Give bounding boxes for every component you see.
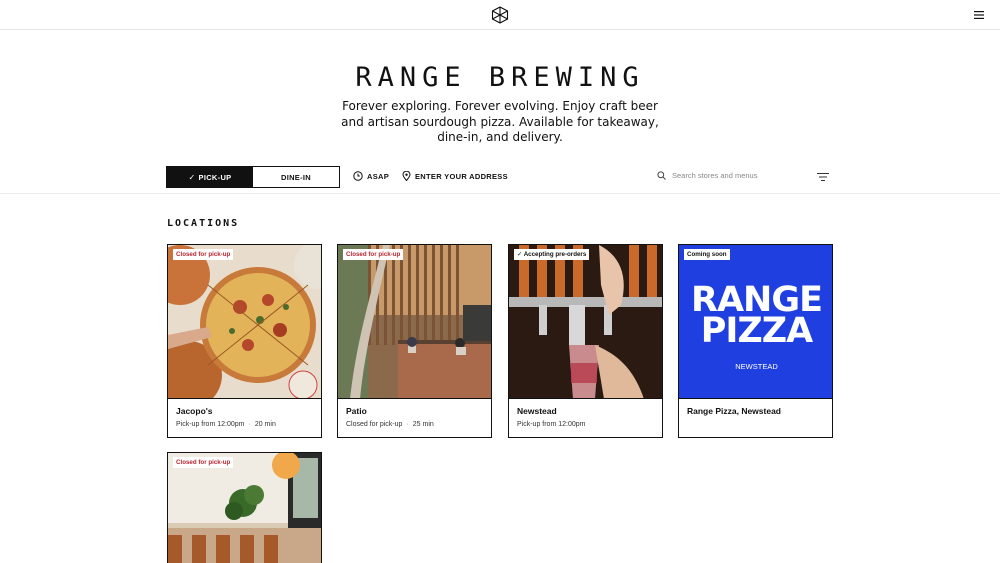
asap-time-button[interactable]: ASAP bbox=[353, 171, 389, 181]
top-bar bbox=[0, 0, 1000, 30]
order-controls: ✓ PICK-UP DINE-IN ASAP ENTER YOUR ADDRES… bbox=[0, 165, 1000, 194]
order-mode-toggle: ✓ PICK-UP DINE-IN bbox=[166, 166, 340, 188]
clock-icon bbox=[353, 171, 363, 181]
hamburger-icon[interactable] bbox=[973, 9, 985, 21]
search-input[interactable] bbox=[672, 171, 802, 180]
status-badge: Coming soon bbox=[684, 249, 730, 260]
pickup-status: Pick-up from 12:00pm bbox=[517, 421, 586, 428]
location-name: Newstead bbox=[517, 406, 557, 416]
status-badge: Closed for pick-up bbox=[173, 457, 234, 468]
pickup-option[interactable]: ✓ PICK-UP bbox=[167, 167, 253, 187]
status-badge: ✓ Accepting pre-orders bbox=[514, 249, 590, 260]
location-card-patio[interactable]: Closed for pick-up Patio Closed for pick… bbox=[337, 244, 492, 438]
search-box bbox=[657, 171, 802, 180]
locations-heading: LOCATIONS bbox=[167, 218, 240, 229]
pickup-status: Closed for pick-up bbox=[346, 421, 403, 428]
wait-time: 20 min bbox=[254, 421, 276, 428]
brand-tagline: Forever exploring. Forever evolving. Enj… bbox=[341, 99, 659, 144]
location-name: Jacopo's bbox=[176, 406, 213, 416]
brand-title: RANGE BREWING bbox=[355, 62, 645, 93]
location-image-pizza: Closed for pick-up bbox=[168, 245, 321, 399]
location-image-beer-tap: ✓ Accepting pre-orders bbox=[509, 245, 662, 399]
range-cube-logo-icon[interactable] bbox=[491, 6, 509, 24]
range-pizza-logo-image: RANGE PIZZA NEWSTEAD Coming soon bbox=[679, 245, 832, 399]
logo-subtitle: NEWSTEAD bbox=[735, 362, 778, 371]
location-name: Range Pizza, Newstead bbox=[687, 406, 782, 416]
check-icon: ✓ bbox=[517, 251, 524, 258]
address-button[interactable]: ENTER YOUR ADDRESS bbox=[402, 171, 508, 181]
separator-dot: · bbox=[248, 421, 251, 428]
location-pin-icon bbox=[402, 171, 411, 181]
wait-time: 25 min bbox=[412, 421, 434, 428]
location-card-jacopos[interactable]: Closed for pick-up Jacopo's Pick-up from… bbox=[167, 244, 322, 438]
search-icon bbox=[657, 171, 666, 180]
pickup-status: Pick-up from 12:00pm bbox=[176, 421, 245, 428]
location-card-fifth[interactable]: Closed for pick-up bbox=[167, 452, 322, 563]
filter-icon[interactable] bbox=[817, 172, 829, 182]
dinein-option[interactable]: DINE-IN bbox=[253, 167, 339, 187]
address-label: ENTER YOUR ADDRESS bbox=[415, 171, 508, 181]
logo-line-pizza: PIZZA bbox=[700, 311, 814, 351]
location-card-newstead[interactable]: ✓ Accepting pre-orders Newstead Pick-up … bbox=[508, 244, 663, 438]
pickup-label: PICK-UP bbox=[198, 172, 232, 182]
location-image-patio: Closed for pick-up bbox=[338, 245, 491, 399]
location-image-interior: Closed for pick-up bbox=[168, 453, 321, 563]
location-name: Patio bbox=[346, 406, 367, 416]
dinein-label: DINE-IN bbox=[280, 172, 312, 182]
check-icon: ✓ bbox=[188, 172, 196, 182]
asap-label: ASAP bbox=[367, 171, 390, 181]
separator-dot: · bbox=[406, 421, 409, 428]
status-badge: Closed for pick-up bbox=[173, 249, 234, 260]
location-card-range-pizza[interactable]: RANGE PIZZA NEWSTEAD Coming soon Range P… bbox=[678, 244, 833, 438]
status-badge: Closed for pick-up bbox=[343, 249, 404, 260]
